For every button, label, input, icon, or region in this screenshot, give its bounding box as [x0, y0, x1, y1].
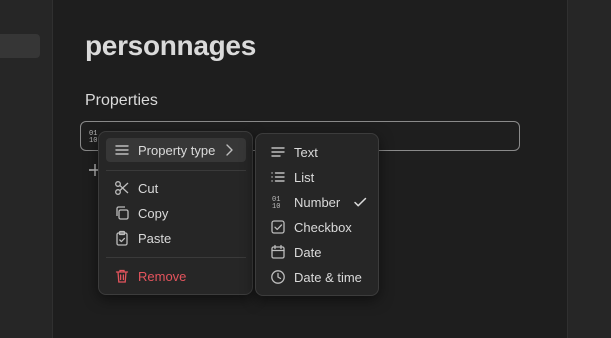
property-type-submenu: Text List 01 10 Number Checkbox Date Dat…: [255, 133, 379, 296]
property-context-menu: Property type Cut Copy Paste Remove: [98, 131, 253, 295]
text-icon: [270, 144, 286, 160]
left-sidebar: [0, 0, 53, 338]
type-option-label: Date & time: [294, 269, 362, 285]
properties-heading: Properties: [85, 92, 158, 109]
remove-menu-item[interactable]: Remove: [106, 264, 246, 288]
paste-label: Paste: [138, 230, 172, 246]
remove-label: Remove: [138, 268, 187, 284]
property-type-label: Property type: [138, 142, 216, 158]
type-option-date[interactable]: Date: [263, 240, 373, 264]
menu-divider: [106, 257, 246, 258]
type-option-label: Checkbox: [294, 219, 352, 235]
copy-label: Copy: [138, 205, 169, 221]
sidebar-selected-item[interactable]: [0, 34, 40, 58]
clock-icon: [270, 269, 286, 285]
number-icon: 01 10: [270, 194, 286, 210]
paste-menu-item[interactable]: Paste: [106, 226, 246, 250]
page-title[interactable]: personnages: [85, 30, 256, 62]
menu-divider: [106, 170, 246, 171]
lines-icon: [114, 142, 130, 158]
check-icon: [353, 194, 367, 213]
trash-icon: [114, 268, 130, 284]
list-icon: [270, 169, 286, 185]
type-option-text[interactable]: Text: [263, 140, 373, 164]
type-option-list[interactable]: List: [263, 165, 373, 189]
type-option-label: Date: [294, 244, 322, 260]
chevron-right-icon: [222, 142, 236, 161]
property-type-menu-item[interactable]: Property type: [106, 138, 246, 162]
cut-menu-item[interactable]: Cut: [106, 176, 246, 200]
scissors-icon: [114, 180, 130, 196]
type-option-label: List: [294, 169, 315, 185]
cut-label: Cut: [138, 180, 159, 196]
svg-text:10: 10: [272, 203, 280, 210]
type-option-checkbox[interactable]: Checkbox: [263, 215, 373, 239]
type-option-label: Number: [294, 194, 341, 210]
checkbox-icon: [270, 219, 286, 235]
type-option-date-time[interactable]: Date & time: [263, 265, 373, 289]
copy-menu-item[interactable]: Copy: [106, 201, 246, 225]
clipboard-icon: [114, 230, 130, 246]
type-option-number[interactable]: 01 10 Number: [263, 190, 373, 214]
copy-icon: [114, 205, 130, 221]
right-sidebar: [567, 0, 611, 338]
type-option-label: Text: [294, 144, 318, 160]
svg-text:10: 10: [89, 137, 97, 144]
calendar-icon: [270, 244, 286, 260]
